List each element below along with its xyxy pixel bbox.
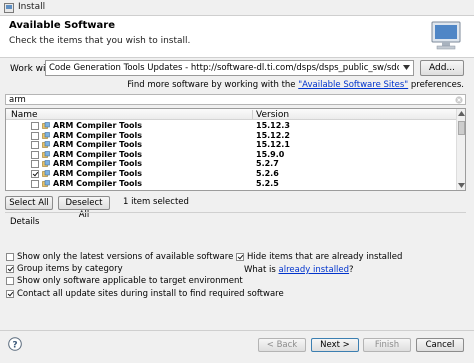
feature-package-icon: [42, 170, 50, 177]
feature-package-icon: [42, 122, 50, 129]
feature-package-icon: [42, 179, 50, 187]
finish-button[interactable]: Finish: [363, 338, 411, 352]
filter-input[interactable]: arm: [5, 94, 466, 105]
table-row[interactable]: ARM Compiler Tools 5.2.6: [6, 169, 458, 179]
tree-rows: ARM Compiler Tools 15.12.3 ARM Compiler …: [6, 121, 458, 188]
svg-text:?: ?: [12, 341, 17, 351]
feature-package-icon: [42, 131, 50, 139]
hide-installed-label: Hide items that are already installed: [247, 252, 403, 262]
computer-install-icon: [431, 21, 461, 50]
what-installed-prefix: What is: [244, 265, 279, 275]
row-name: ARM Compiler Tools: [53, 178, 143, 188]
table-row[interactable]: ARM Compiler Tools 5.2.7: [6, 159, 458, 169]
more-software-prefix: Find more software by working with the: [127, 80, 299, 90]
clear-filter-icon[interactable]: [455, 96, 463, 104]
select-all-button[interactable]: Select All: [5, 196, 53, 210]
details-label: Details: [10, 217, 40, 227]
feature-package-icon: [42, 150, 50, 158]
row-version: 5.2.7: [256, 159, 279, 169]
row-checkbox[interactable]: [31, 169, 39, 178]
window-title: Install: [18, 2, 46, 12]
page-subtitle: Check the items that you wish to install…: [9, 36, 191, 46]
cancel-button[interactable]: Cancel: [416, 338, 464, 352]
scroll-up-icon[interactable]: [458, 111, 465, 116]
table-row[interactable]: ARM Compiler Tools 15.12.3: [6, 121, 458, 131]
row-version: 5.2.6: [256, 168, 279, 178]
group-by-category-checkbox[interactable]: [6, 265, 14, 273]
row-checkbox[interactable]: [31, 131, 39, 140]
applicable-only-label: Show only software applicable to target …: [17, 276, 243, 286]
column-divider: [252, 110, 253, 119]
column-header-name[interactable]: Name: [11, 110, 38, 120]
chevron-down-icon[interactable]: [403, 65, 410, 70]
what-installed-hint: What is already installed?: [244, 265, 354, 275]
details-group: Details: [5, 212, 466, 250]
selection-count: 1 item selected: [123, 197, 189, 207]
deselect-all-button[interactable]: Deselect All: [58, 196, 110, 220]
footer-divider: [0, 330, 474, 331]
more-software-suffix: preferences.: [408, 80, 464, 90]
back-button[interactable]: < Back: [258, 338, 306, 352]
more-software-hint: Find more software by working with the "…: [127, 80, 464, 90]
table-row[interactable]: ARM Compiler Tools 15.12.2: [6, 131, 458, 141]
contact-sites-checkbox[interactable]: [6, 290, 14, 298]
title-bar: Install: [0, 0, 474, 16]
software-tree[interactable]: Name Version ARM Compiler Tools 15.12.3 …: [5, 108, 466, 191]
group-by-category-label: Group items by category: [17, 264, 123, 274]
table-row[interactable]: ARM Compiler Tools 15.12.1: [6, 140, 458, 150]
help-icon[interactable]: ?: [8, 337, 22, 351]
row-name: ARM Compiler Tools: [53, 149, 143, 159]
row-name: ARM Compiler Tools: [53, 121, 143, 130]
wizard-header: Available Software Check the items that …: [0, 16, 474, 58]
next-button[interactable]: Next >: [311, 338, 359, 352]
row-version: 15.9.0: [256, 149, 285, 159]
feature-package-icon: [42, 141, 50, 148]
contact-sites-label: Contact all update sites during install …: [17, 289, 284, 299]
row-checkbox[interactable]: [31, 179, 39, 188]
latest-versions-checkbox[interactable]: [6, 253, 14, 261]
row-version: 5.2.5: [256, 178, 279, 188]
row-version: 15.12.2: [256, 130, 290, 140]
feature-package-icon: [42, 160, 50, 168]
already-installed-link[interactable]: already installed: [279, 265, 350, 275]
table-row[interactable]: ARM Compiler Tools 5.2.5: [6, 179, 458, 189]
table-row[interactable]: ARM Compiler Tools 15.9.0: [6, 150, 458, 160]
row-version: 15.12.1: [256, 140, 290, 150]
page-title: Available Software: [9, 20, 116, 31]
filter-value: arm: [9, 95, 26, 105]
applicable-only-checkbox[interactable]: [6, 277, 14, 285]
row-checkbox[interactable]: [31, 122, 39, 130]
row-name: ARM Compiler Tools: [53, 140, 143, 150]
hide-installed-checkbox[interactable]: [236, 253, 244, 261]
latest-versions-label: Show only the latest versions of availab…: [17, 252, 234, 262]
tree-scrollbar[interactable]: [456, 109, 465, 190]
scroll-down-icon[interactable]: [458, 183, 465, 188]
row-checkbox[interactable]: [31, 150, 39, 159]
row-name: ARM Compiler Tools: [53, 168, 143, 178]
install-app-icon: [4, 3, 14, 13]
scrollbar-thumb[interactable]: [458, 121, 465, 135]
column-header-version[interactable]: Version: [256, 110, 289, 120]
work-with-value: Code Generation Tools Updates - http://s…: [49, 63, 399, 73]
row-checkbox[interactable]: [31, 141, 39, 150]
work-with-combo[interactable]: Code Generation Tools Updates - http://s…: [45, 60, 414, 76]
add-site-button[interactable]: Add...: [420, 60, 464, 76]
tree-header: Name Version: [6, 109, 458, 120]
row-name: ARM Compiler Tools: [53, 159, 143, 169]
row-checkbox[interactable]: [31, 160, 39, 169]
available-sites-link[interactable]: "Available Software Sites": [298, 80, 408, 90]
row-version: 15.12.3: [256, 121, 290, 130]
what-installed-suffix: ?: [349, 265, 354, 275]
row-name: ARM Compiler Tools: [53, 130, 143, 140]
